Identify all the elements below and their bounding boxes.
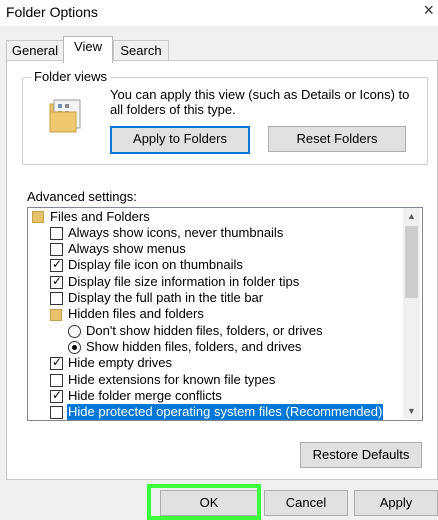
checkbox-icon[interactable] (50, 243, 63, 256)
radio-icon[interactable] (68, 341, 81, 354)
list-item: Hidden files and folders (68, 306, 204, 321)
list-item[interactable]: Hide extensions for known file types (68, 372, 275, 388)
checkbox-icon[interactable]: ✓ (50, 355, 63, 370)
folder-views-icon (49, 99, 81, 133)
folder-views-description: You can apply this view (such as Details… (110, 87, 410, 117)
restore-defaults-button[interactable]: Restore Defaults (300, 442, 422, 468)
advanced-settings-list[interactable]: Files and Folders Always show icons, nev… (27, 207, 423, 421)
advanced-settings-label: Advanced settings: (27, 189, 137, 204)
scroll-up-icon[interactable]: ▲ (403, 208, 420, 224)
list-item[interactable]: Display the full path in the title bar (68, 290, 263, 306)
checkbox-icon[interactable] (50, 406, 63, 419)
radio-dot (72, 345, 77, 350)
list-item[interactable]: Hide folder merge conflicts (68, 388, 222, 404)
checkbox-icon[interactable]: ✓ (50, 274, 63, 289)
scroll-thumb[interactable] (405, 226, 418, 298)
tab-general-label: General (11, 43, 59, 58)
list-item[interactable]: Don't show hidden files, folders, or dri… (86, 323, 323, 339)
folder-icon (32, 211, 44, 223)
tab-search[interactable]: Search (113, 40, 169, 62)
list-item[interactable]: Display file icon on thumbnails (68, 257, 243, 273)
cancel-button[interactable]: Cancel (264, 490, 348, 516)
ok-highlight-frame (147, 484, 261, 520)
list-item[interactable]: Display file size information in folder … (68, 274, 299, 290)
reset-folders-button[interactable]: Reset Folders (268, 126, 406, 152)
scroll-down-icon[interactable]: ▼ (403, 403, 420, 419)
list-item-selected[interactable]: Hide protected operating system files (R… (65, 403, 385, 420)
title-bar: Folder Options × (0, 0, 438, 26)
list-item: Files and Folders (50, 209, 150, 224)
list-item[interactable]: Show hidden files, folders, and drives (86, 339, 301, 355)
list-item[interactable]: Hide empty drives (68, 355, 172, 371)
radio-icon[interactable] (68, 325, 81, 338)
folder-views-legend: Folder views (31, 69, 110, 84)
apply-to-folders-button[interactable]: Apply to Folders (110, 126, 250, 154)
checkmark-icon: ✓ (52, 355, 63, 369)
list-item[interactable]: Always show menus (68, 241, 186, 257)
window-title: Folder Options (6, 4, 98, 20)
tab-general[interactable]: General (6, 40, 64, 62)
list-item[interactable]: Always show icons, never thumbnails (68, 225, 283, 241)
checkbox-icon[interactable]: ✓ (50, 257, 63, 272)
apply-button[interactable]: Apply (354, 490, 438, 516)
close-icon[interactable]: × (423, 0, 434, 21)
checkmark-icon: ✓ (52, 388, 63, 402)
checkbox-icon[interactable] (50, 374, 63, 387)
checkmark-icon: ✓ (52, 257, 63, 271)
tab-search-label: Search (120, 43, 162, 58)
tab-view[interactable]: View (63, 36, 113, 63)
checkbox-icon[interactable] (50, 292, 63, 305)
checkmark-icon: ✓ (52, 274, 63, 288)
folder-icon (50, 309, 62, 321)
checkbox-icon[interactable] (50, 227, 63, 240)
checkbox-icon[interactable]: ✓ (50, 388, 63, 403)
tab-view-label: View (74, 39, 102, 54)
